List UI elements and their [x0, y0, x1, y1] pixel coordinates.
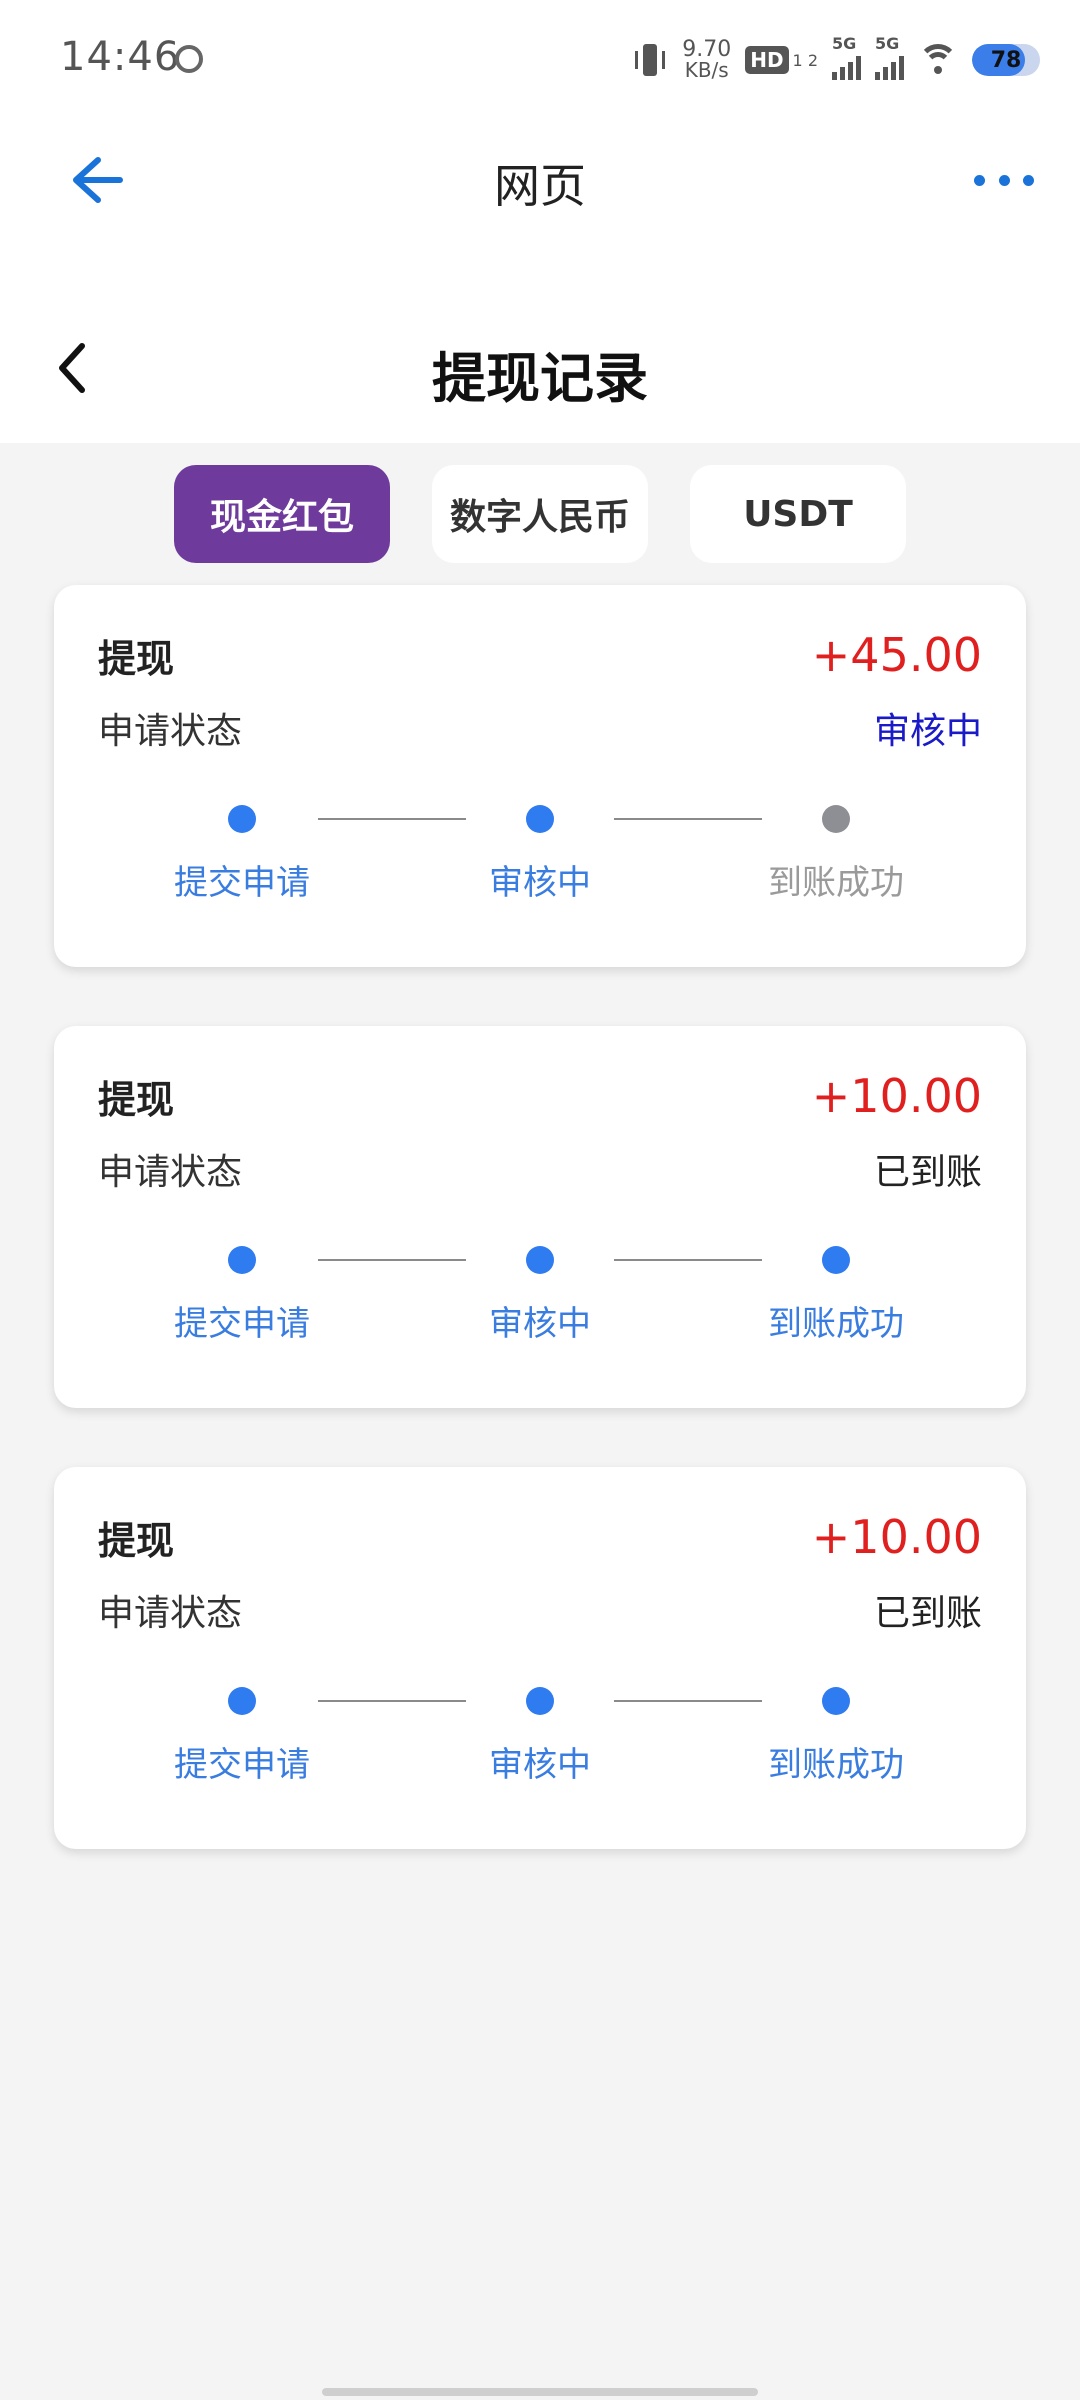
status-icons: 9.70 KB/s HD 1 2 5G 5G 78 — [632, 34, 1040, 82]
app-notification-icon — [175, 45, 203, 73]
step-dot — [822, 1246, 850, 1274]
record-amount: +10.00 — [811, 1510, 982, 1564]
browser-title: 网页 — [494, 159, 586, 213]
status-value: 审核中 — [873, 711, 982, 752]
step-dot — [228, 805, 256, 833]
step-label: 提交申请 — [174, 1304, 310, 1344]
withdrawal-record-card[interactable]: 提现 +45.00 申请状态 审核中 提交申请 审核中 到账成功 — [54, 585, 1026, 967]
status-bar: 14:46 9.70 KB/s HD 1 2 5G 5G 78 — [0, 0, 1080, 120]
vibrate-icon — [632, 42, 668, 78]
withdrawal-record-card[interactable]: 提现 +10.00 申请状态 已到账 提交申请 审核中 到账成功 — [54, 1026, 1026, 1408]
step-label: 审核中 — [489, 863, 591, 903]
browser-nav-bar: 网页 — [0, 120, 1080, 240]
battery-percent: 78 — [990, 47, 1022, 73]
network-speed-unit: KB/s — [684, 58, 729, 82]
step-submit: 提交申请 — [142, 1246, 342, 1345]
wifi-icon — [918, 44, 958, 76]
step-credited: 到账成功 — [736, 1246, 936, 1345]
step-dot — [822, 1687, 850, 1715]
step-label: 提交申请 — [174, 1745, 310, 1785]
signal-icon-sim2: 5G — [875, 34, 904, 80]
record-amount: +45.00 — [811, 628, 982, 682]
status-label: 申请状态 — [98, 1593, 243, 1634]
home-indicator[interactable] — [322, 2388, 758, 2396]
step-dot — [228, 1687, 256, 1715]
tab-cash-red-packet[interactable]: 现金红包 — [174, 465, 390, 563]
tab-usdt[interactable]: USDT — [690, 465, 906, 563]
step-label: 审核中 — [489, 1745, 591, 1785]
step-label: 审核中 — [489, 1304, 591, 1344]
step-dot — [526, 805, 554, 833]
step-review: 审核中 — [440, 1246, 640, 1345]
network-speed: 9.70 KB/s — [682, 37, 732, 82]
step-dot — [822, 805, 850, 833]
progress-steps: 提交申请 审核中 到账成功 — [54, 1687, 1026, 1827]
network-speed-value: 9.70 — [682, 37, 732, 62]
progress-steps: 提交申请 审核中 到账成功 — [54, 1246, 1026, 1386]
step-dot — [228, 1246, 256, 1274]
signal-type-sim1: 5G — [832, 34, 857, 53]
step-credited: 到账成功 — [736, 1687, 936, 1786]
progress-steps: 提交申请 审核中 到账成功 — [54, 805, 1026, 945]
step-label: 到账成功 — [768, 863, 904, 903]
tab-digital-rmb[interactable]: 数字人民币 — [432, 465, 648, 563]
step-dot — [526, 1246, 554, 1274]
step-label: 到账成功 — [768, 1304, 904, 1344]
signal-type-sim2: 5G — [875, 34, 900, 53]
record-type: 提现 — [98, 636, 175, 681]
status-label: 申请状态 — [98, 1152, 243, 1193]
status-time: 14:46 — [60, 34, 181, 80]
step-submit: 提交申请 — [142, 805, 342, 904]
record-amount: +10.00 — [811, 1069, 982, 1123]
status-value: 已到账 — [873, 1152, 982, 1193]
step-review: 审核中 — [440, 805, 640, 904]
withdrawal-record-card[interactable]: 提现 +10.00 申请状态 已到账 提交申请 审核中 到账成功 — [54, 1467, 1026, 1849]
record-type: 提现 — [98, 1518, 175, 1563]
page-title: 提现记录 — [432, 347, 648, 410]
step-dot — [526, 1687, 554, 1715]
signal-icon-sim1: 5G — [832, 34, 861, 80]
record-type: 提现 — [98, 1077, 175, 1122]
step-credited: 到账成功 — [736, 805, 936, 904]
currency-tabs: 现金红包 数字人民币 USDT — [174, 465, 906, 563]
status-value: 已到账 — [873, 1593, 982, 1634]
step-label: 提交申请 — [174, 863, 310, 903]
step-label: 到账成功 — [768, 1745, 904, 1785]
step-review: 审核中 — [440, 1687, 640, 1786]
hd-voice-sub: 1 2 — [792, 50, 818, 70]
more-options-icon[interactable] — [974, 172, 1034, 188]
page-header: 提现记录 — [0, 300, 1080, 440]
step-submit: 提交申请 — [142, 1687, 342, 1786]
battery-icon: 78 — [972, 44, 1040, 76]
hd-voice-icon: HD — [745, 46, 789, 74]
status-label: 申请状态 — [98, 711, 243, 752]
